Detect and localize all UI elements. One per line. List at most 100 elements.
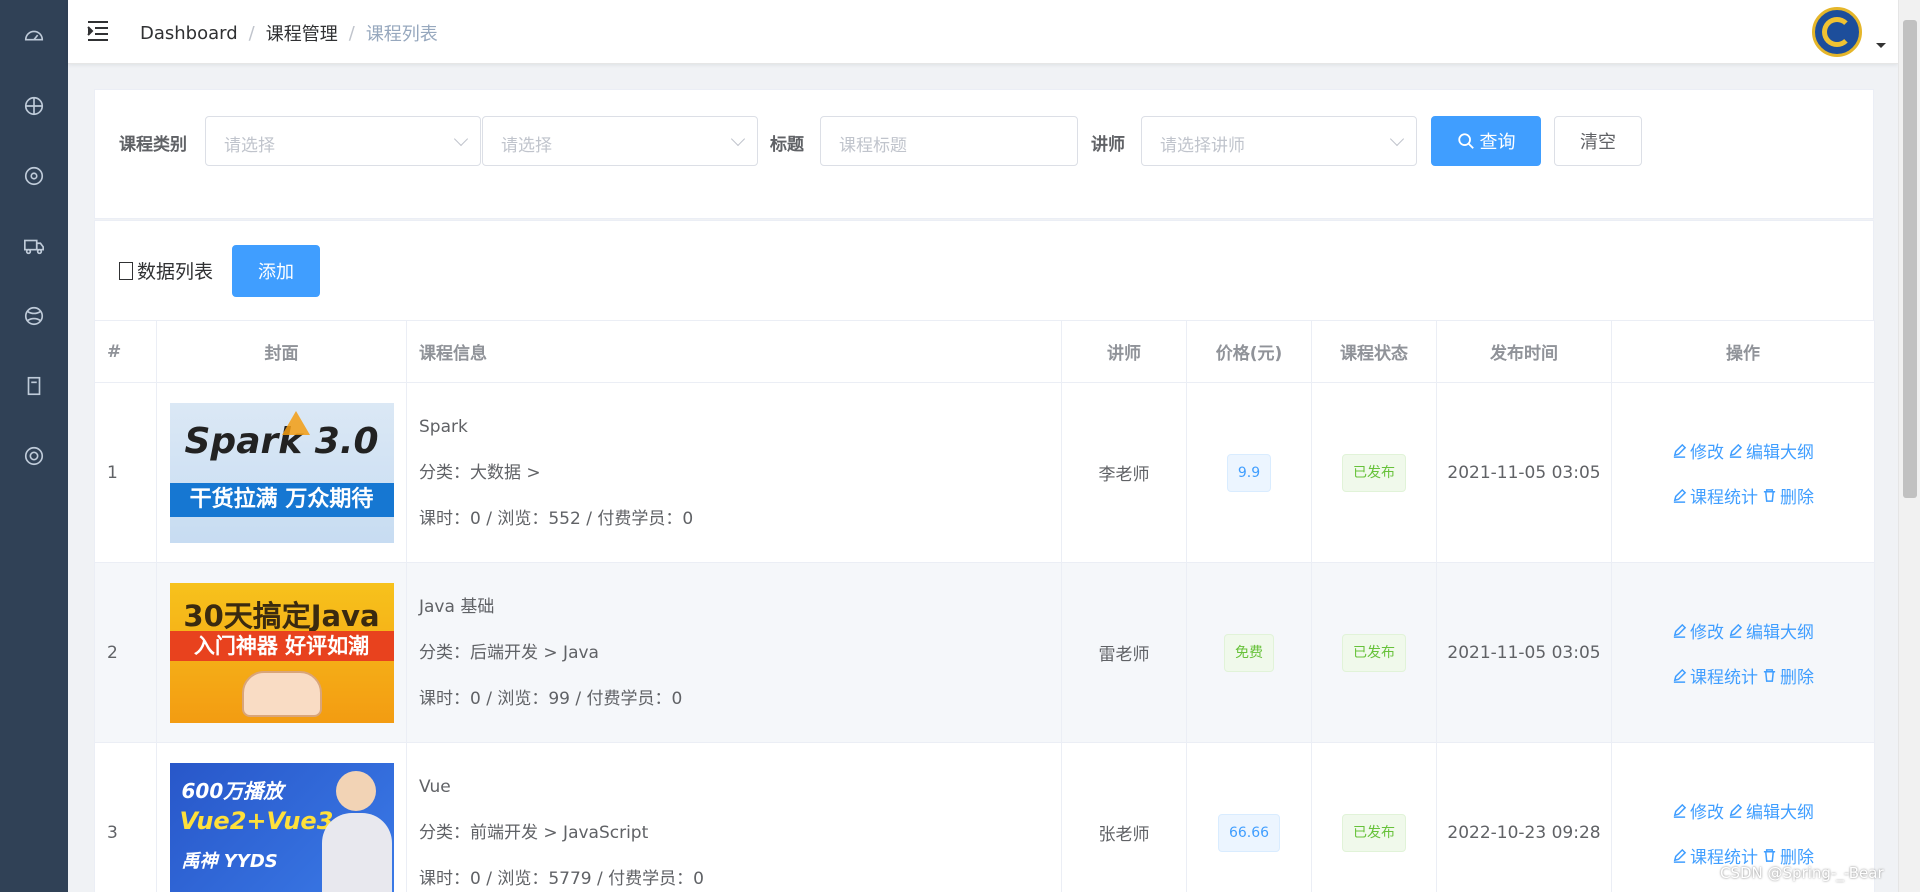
- ball-icon[interactable]: [0, 288, 68, 344]
- teacher-label: 讲师: [1091, 135, 1125, 155]
- teacher-select[interactable]: 请选择讲师: [1141, 116, 1417, 166]
- column-header: 操作: [1611, 320, 1875, 383]
- publish-time: 2022-10-23 09:28: [1436, 742, 1612, 892]
- table-row: 1 Spark 3.0 干货拉满 万众期待 Spark 分类：大数据 > 课时：…: [94, 382, 1875, 563]
- category-level1-select[interactable]: 请选择: [205, 116, 481, 166]
- status-badge: 已发布: [1342, 453, 1406, 492]
- price-tag: 9.9: [1226, 453, 1272, 492]
- edit-icon: [1673, 668, 1687, 683]
- clear-button[interactable]: 清空: [1554, 116, 1642, 166]
- column-header: #: [94, 320, 157, 383]
- circle-icon[interactable]: [0, 78, 68, 134]
- course-stats: 课时：0 / 浏览：5779 / 付费学员：0: [419, 868, 704, 889]
- edit-outline-link[interactable]: 编辑大纲: [1728, 798, 1814, 823]
- edit-outline-link[interactable]: 编辑大纲: [1728, 618, 1814, 643]
- dashboard-icon[interactable]: [0, 8, 68, 64]
- edit-icon: [1673, 623, 1687, 638]
- edit-link[interactable]: 修改: [1672, 798, 1724, 823]
- row-index: 1: [94, 382, 157, 563]
- column-header: 讲师: [1061, 320, 1187, 383]
- circle-dot-icon[interactable]: [0, 148, 68, 204]
- teacher-cell: 张老师: [1061, 742, 1187, 892]
- table-row: 2 30天搞定Java 入门神器 好评如潮 Java 基础 分类：后端开发 > …: [94, 562, 1875, 743]
- edit-icon: [1673, 803, 1687, 818]
- status-badge: 已发布: [1342, 813, 1406, 852]
- course-name: Vue: [419, 776, 451, 797]
- chevron-down-icon: [1389, 131, 1405, 147]
- edit-icon: [1673, 443, 1687, 458]
- scrollbar[interactable]: [1898, 0, 1920, 892]
- price-tag: 66.66: [1217, 813, 1281, 852]
- search-button[interactable]: 查询: [1431, 116, 1541, 166]
- search-icon: [1457, 133, 1474, 149]
- scrollbar-thumb[interactable]: [1903, 20, 1917, 498]
- truck-icon[interactable]: [0, 218, 68, 274]
- column-header: 价格(元): [1186, 320, 1312, 383]
- table-row: 3 600万播放 Vue2+Vue3 禹神 YYDS Vue 分类：前端开发 >…: [94, 742, 1875, 892]
- fist-icon: [241, 670, 322, 717]
- delete-icon: [1763, 668, 1776, 682]
- category-level2-select[interactable]: 请选择: [482, 116, 758, 166]
- column-header: 封面: [156, 320, 407, 383]
- course-name: Java 基础: [419, 596, 495, 617]
- edit-link[interactable]: 修改: [1672, 618, 1724, 643]
- course-table: # 封面 课程信息 讲师 价格(元) 课程状态 发布时间 操作 1 Spark …: [94, 320, 1875, 892]
- menu-toggle-icon[interactable]: [86, 20, 110, 42]
- edit-outline-link[interactable]: 编辑大纲: [1728, 438, 1814, 463]
- course-cover-java: 30天搞定Java 入门神器 好评如潮: [169, 582, 394, 723]
- course-category: 分类：前端开发 > JavaScript: [419, 822, 649, 843]
- publish-time: 2021-11-05 03:05: [1436, 562, 1612, 743]
- price-tag: 免费: [1224, 633, 1274, 672]
- teacher-cell: 雷老师: [1061, 562, 1187, 743]
- breadcrumb: Dashboard / 课程管理 / 课程列表: [140, 20, 438, 46]
- column-header: 课程信息: [406, 320, 1062, 383]
- status-badge: 已发布: [1342, 633, 1406, 672]
- navbar: Dashboard / 课程管理 / 课程列表: [68, 0, 1898, 64]
- teacher-cell: 李老师: [1061, 382, 1187, 563]
- list-title: 数据列表: [119, 257, 213, 284]
- edit-icon: [1673, 848, 1687, 863]
- table-header-row: # 封面 课程信息 讲师 价格(元) 课程状态 发布时间 操作: [94, 320, 1875, 383]
- title-label: 标题: [770, 135, 804, 155]
- course-stats: 课时：0 / 浏览：99 / 付费学员：0: [419, 688, 683, 709]
- row-index: 2: [94, 562, 157, 743]
- breadcrumb-course-management[interactable]: 课程管理: [266, 20, 338, 46]
- edit-link[interactable]: 修改: [1672, 438, 1724, 463]
- breadcrumb-separator: /: [348, 22, 355, 44]
- course-stats-link[interactable]: 课程统计: [1672, 663, 1758, 688]
- caret-down-icon[interactable]: [1876, 43, 1886, 48]
- watermark: CSDN @Spring-_-Bear: [1720, 864, 1884, 882]
- column-header: 课程状态: [1311, 320, 1437, 383]
- category-label: 课程类别: [119, 135, 187, 155]
- chevron-down-icon: [730, 131, 746, 147]
- tickets-icon: [119, 261, 133, 280]
- course-name: Spark: [419, 416, 468, 437]
- lifebuoy-icon[interactable]: [0, 428, 68, 484]
- breadcrumb-current: 课程列表: [365, 24, 438, 45]
- edit-icon: [1673, 488, 1687, 503]
- course-stats: 课时：0 / 浏览：552 / 付费学员：0: [419, 508, 694, 529]
- edit-icon: [1729, 443, 1743, 458]
- breadcrumb-dashboard[interactable]: Dashboard: [140, 23, 238, 44]
- delete-link[interactable]: 删除: [1762, 483, 1814, 508]
- course-cover-vue: 600万播放 Vue2+Vue3 禹神 YYDS: [169, 762, 394, 892]
- filter-card: 课程类别 请选择 请选择 标题 课程标题 讲师 请选择讲师 查询 清空: [94, 89, 1874, 219]
- row-index: 3: [94, 742, 157, 892]
- avatar[interactable]: [1812, 7, 1862, 57]
- delete-link[interactable]: 删除: [1762, 663, 1814, 688]
- add-button[interactable]: 添加: [232, 245, 320, 297]
- delete-icon: [1763, 848, 1776, 862]
- portrait-icon: [335, 770, 376, 811]
- delete-icon: [1763, 488, 1776, 502]
- book-icon[interactable]: [0, 358, 68, 414]
- star-icon: [281, 410, 310, 435]
- course-category: 分类：大数据 >: [419, 462, 541, 483]
- course-stats-link[interactable]: 课程统计: [1672, 483, 1758, 508]
- course-cover-spark: Spark 3.0 干货拉满 万众期待: [169, 402, 394, 543]
- edit-icon: [1729, 803, 1743, 818]
- breadcrumb-separator: /: [248, 22, 255, 44]
- course-category: 分类：后端开发 > Java: [419, 642, 599, 663]
- title-input[interactable]: 课程标题: [820, 116, 1078, 166]
- column-header: 发布时间: [1436, 320, 1612, 383]
- chevron-down-icon: [453, 131, 469, 147]
